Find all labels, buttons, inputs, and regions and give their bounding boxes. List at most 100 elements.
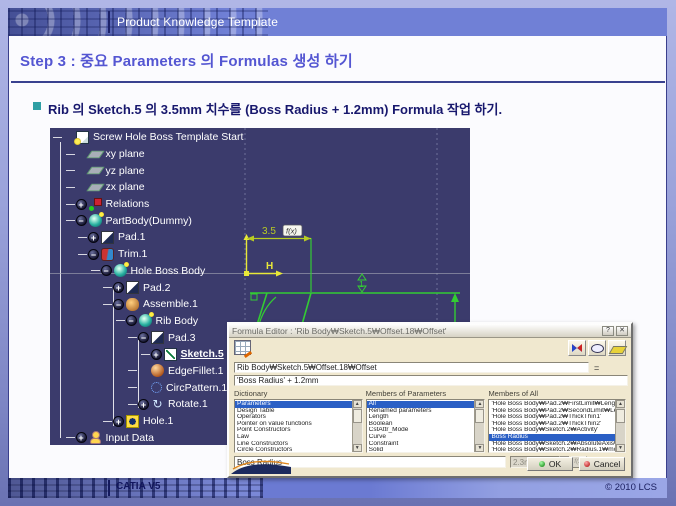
tree-item-label[interactable]: Hole.1: [143, 415, 173, 427]
trim-icon: [101, 247, 114, 261]
list-item[interactable]: Operators: [235, 414, 352, 421]
list-item[interactable]: 'Hole Boss Body₩Sketch.2₩AbsoluteAxis₩Ac…: [489, 441, 615, 448]
ok-button[interactable]: OK: [527, 457, 573, 471]
tree-item[interactable]: + Pad.2: [53, 279, 470, 296]
scroll-up-icon[interactable]: ▲: [352, 400, 362, 408]
tree-item-label[interactable]: EdgeFillet.1: [168, 365, 223, 377]
collapse-icon[interactable]: −: [113, 298, 124, 310]
dialog-titlebar[interactable]: Formula Editor : 'Rib Body₩Sketch.5₩Offs…: [229, 324, 631, 338]
scroll-down-icon[interactable]: ▼: [475, 444, 485, 452]
scroll-down-icon[interactable]: ▼: [352, 444, 362, 452]
list-item[interactable]: Solid: [367, 447, 475, 452]
members-of-all-column: Members of All 'Hole Boss Body₩Pad.2₩Fir…: [488, 389, 627, 453]
tree-item-label[interactable]: Input Data: [106, 432, 154, 444]
tree-item[interactable]: Screw Hole Boss Template Start: [53, 129, 470, 146]
list-item[interactable]: All: [366, 401, 475, 408]
bullet-icon: [33, 102, 41, 110]
scroll-up-icon[interactable]: ▲: [616, 400, 626, 408]
tree-item-label[interactable]: Rotate.1: [168, 398, 208, 410]
help-icon[interactable]: ?: [602, 325, 614, 336]
list-item[interactable]: Renamed parameters: [367, 408, 475, 415]
collapse-icon[interactable]: −: [138, 332, 149, 344]
expand-icon[interactable]: +: [138, 398, 149, 410]
expand-icon[interactable]: +: [113, 415, 124, 427]
list-item[interactable]: Curve: [367, 434, 475, 441]
list-item[interactable]: Boolean: [367, 421, 475, 428]
tree-item[interactable]: − PartBody(Dummy): [53, 212, 470, 229]
tree-item[interactable]: + Pad.1: [53, 229, 470, 246]
list-item[interactable]: 'Hole Boss Body₩Pad.2₩SecondLimit₩Length…: [489, 408, 615, 415]
close-icon[interactable]: ✕: [616, 325, 628, 336]
eraser-icon[interactable]: [608, 340, 626, 356]
tree-item-label[interactable]: Trim.1: [118, 248, 147, 260]
expand-icon[interactable]: +: [113, 282, 124, 294]
incremental-mode-icon[interactable]: [234, 340, 251, 355]
scroll-down-icon[interactable]: ▼: [616, 444, 626, 452]
scroll-thumb[interactable]: [475, 409, 485, 423]
list-item[interactable]: Line Constructors: [235, 441, 352, 448]
scrollbar[interactable]: ▲ ▼: [351, 400, 362, 452]
tree-item-label[interactable]: Pad.1: [118, 231, 145, 243]
tree-item-label[interactable]: xy plane: [106, 148, 145, 160]
tree-connector: [115, 320, 125, 322]
tree-item-label[interactable]: yz plane: [106, 165, 145, 177]
tree-connector: [90, 270, 100, 272]
wizard-icon[interactable]: [568, 340, 586, 356]
tree-item-label[interactable]: Relations: [106, 198, 150, 210]
list-item[interactable]: CstAttr_Mode: [367, 427, 475, 434]
cancel-button[interactable]: Cancel: [579, 457, 625, 471]
scrollbar[interactable]: ▲ ▼: [474, 400, 485, 452]
language-browser-icon[interactable]: [588, 340, 606, 356]
target-parameter-field[interactable]: Rib Body₩Sketch.5₩Offset.18₩Offset: [234, 362, 589, 373]
tree-connector: [65, 437, 75, 439]
tree-item[interactable]: − Assemble.1: [53, 296, 470, 313]
list-item[interactable]: Point Constructors: [235, 427, 352, 434]
members-of-parameters-list[interactable]: All Renamed parameters Length Boolean CstAtt…: [365, 399, 486, 453]
tree-item-label[interactable]: Sketch.5: [181, 348, 224, 360]
expand-icon[interactable]: +: [88, 231, 99, 243]
tree-item[interactable]: xy plane: [53, 146, 470, 163]
list-item[interactable]: Law: [235, 434, 352, 441]
tree-item[interactable]: yz plane: [53, 162, 470, 179]
collapse-icon[interactable]: −: [88, 248, 99, 260]
scrollbar[interactable]: ▲ ▼: [615, 400, 626, 452]
tree-item-label[interactable]: zx plane: [106, 181, 145, 193]
tree-item-label[interactable]: Hole Boss Body: [131, 265, 206, 277]
list-item[interactable]: 'Hole Boss Body₩Pad.2₩FirstLimit₩Length': [489, 401, 615, 408]
list-item[interactable]: Boss Radius: [489, 433, 616, 441]
tree-item[interactable]: zx plane: [53, 179, 470, 196]
list-item[interactable]: 'Hole Boss Body₩Sketch.2₩Radius.1₩mode': [489, 447, 615, 452]
tree-item-label[interactable]: Screw Hole Boss Template Start: [93, 131, 243, 143]
tree-item-label[interactable]: Pad.3: [168, 332, 195, 344]
tree-item-label[interactable]: Rib Body: [156, 315, 199, 327]
expand-icon[interactable]: +: [75, 198, 87, 210]
members-of-all-list[interactable]: 'Hole Boss Body₩Pad.2₩FirstLimit₩Length'…: [488, 399, 627, 453]
list-item[interactable]: 'Hole Boss Body₩Pad.2₩ThickThin1': [489, 414, 615, 421]
list-item[interactable]: Parameters: [235, 401, 352, 408]
expand-icon[interactable]: +: [150, 348, 162, 360]
tree-item[interactable]: − Hole Boss Body: [53, 262, 470, 280]
list-item[interactable]: Constraint: [367, 441, 475, 448]
list-item[interactable]: 'Hole Boss Body₩Sketch.2₩Activity': [489, 427, 615, 434]
tree-item-label[interactable]: Assemble.1: [143, 298, 198, 310]
tree-item-label[interactable]: Pad.2: [143, 282, 170, 294]
tree-item[interactable]: − Trim.1: [53, 246, 470, 263]
formula-expression-field[interactable]: 'Boss Radius' + 1.2mm: [234, 375, 628, 386]
list-item[interactable]: Circle Constructors: [235, 447, 352, 452]
list-item[interactable]: Length: [367, 414, 475, 421]
list-item[interactable]: 'Hole Boss Body₩Pad.2₩ThickThin2': [489, 421, 615, 428]
collapse-icon[interactable]: −: [125, 315, 137, 327]
list-item[interactable]: Pointer on value functions: [235, 421, 352, 428]
formula-editor-dialog[interactable]: Formula Editor : 'Rib Body₩Sketch.5₩Offs…: [227, 322, 633, 478]
expand-icon[interactable]: +: [75, 432, 87, 444]
list-item[interactable]: Design Table: [235, 408, 352, 415]
scroll-thumb[interactable]: [616, 409, 626, 423]
tree-item-label[interactable]: CircPattern.1: [166, 382, 227, 394]
scroll-thumb[interactable]: [352, 409, 362, 423]
dictionary-list[interactable]: Parameters Design Table Operators Pointer o…: [234, 399, 363, 453]
tree-item-label[interactable]: PartBody(Dummy): [106, 215, 192, 227]
scroll-up-icon[interactable]: ▲: [475, 400, 485, 408]
tree-item[interactable]: + Relations: [53, 196, 470, 213]
collapse-icon[interactable]: −: [75, 215, 87, 227]
collapse-icon[interactable]: −: [100, 265, 112, 277]
